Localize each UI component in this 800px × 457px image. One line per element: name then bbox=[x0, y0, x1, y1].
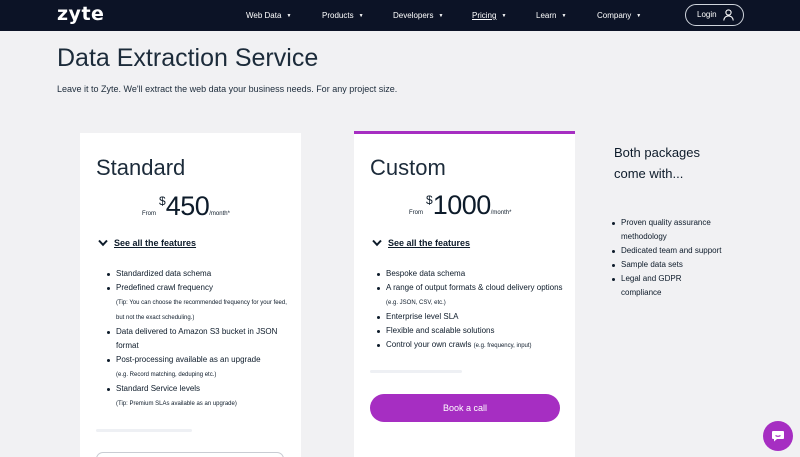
book-a-call-button[interactable]: Book a call bbox=[370, 394, 560, 422]
login-label: Login bbox=[697, 10, 717, 19]
caret-down-icon: ▼ bbox=[636, 13, 642, 19]
plan-price: From$1000/month* bbox=[409, 190, 511, 221]
price-amount: 450 bbox=[165, 191, 210, 221]
chevron-down-icon bbox=[372, 239, 382, 247]
nav-item-label: Pricing bbox=[472, 11, 497, 20]
feature-item: Data delivered to Amazon S3 bucket in JS… bbox=[107, 325, 287, 353]
nav-item-products[interactable]: Products ▼ bbox=[322, 11, 364, 20]
feature-item: Predefined crawl frequency (Tip: You can … bbox=[107, 281, 287, 325]
plan-title: Standard bbox=[96, 155, 186, 180]
price-amount: 1000 bbox=[432, 190, 492, 220]
feature-item: Post-processing available as an upgrade(… bbox=[107, 353, 287, 382]
feature-item: Control your own crawls (e.g. frequency,… bbox=[377, 338, 567, 353]
nav-item-label: Learn bbox=[536, 11, 557, 20]
feature-item: Flexible and scalable solutions bbox=[377, 324, 567, 338]
nav-item-company[interactable]: Company ▼ bbox=[597, 11, 641, 20]
nav-item-pricing[interactable]: Pricing ▼ bbox=[472, 11, 506, 20]
benefit-item: Legal and GDPR compliance bbox=[612, 272, 722, 300]
chevron-down-icon bbox=[98, 239, 108, 247]
feature-item: A range of output formats & cloud delive… bbox=[377, 281, 567, 310]
custom-plan-card: Custom From$1000/month* See all the feat… bbox=[354, 131, 575, 457]
price-currency: $ bbox=[426, 193, 433, 207]
chat-icon bbox=[772, 431, 784, 442]
feature-item: Standardized data schema bbox=[107, 267, 287, 281]
nav-item-label: Developers bbox=[393, 11, 434, 20]
page-subtitle: Leave it to Zyte. We'll extract the web … bbox=[57, 84, 398, 94]
feature-tip: (Tip: Premium SLAs available as an upgra… bbox=[116, 401, 237, 407]
fade-divider bbox=[370, 370, 462, 373]
feature-list: Bespoke data schema A range of output fo… bbox=[377, 267, 567, 353]
feature-list: Standardized data schema Predefined craw… bbox=[107, 267, 287, 411]
nav-item-web-data[interactable]: Web Data ▼ bbox=[246, 11, 291, 20]
caret-down-icon: ▼ bbox=[286, 13, 292, 19]
feature-tip: (e.g. frequency, input) bbox=[473, 343, 532, 349]
caret-down-icon: ▼ bbox=[358, 13, 364, 19]
chat-button[interactable] bbox=[763, 421, 793, 451]
price-currency: $ bbox=[159, 194, 166, 208]
standard-cta-button[interactable] bbox=[96, 452, 284, 457]
nav-item-label: Products bbox=[322, 11, 354, 20]
feature-tip: (e.g. Record matching, deduping etc.) bbox=[116, 372, 217, 378]
page-title: Data Extraction Service bbox=[57, 44, 319, 72]
see-all-label: See all the features bbox=[114, 238, 197, 248]
feature-tip: (Tip: You can choose the recommended fre… bbox=[116, 300, 287, 321]
see-all-label: See all the features bbox=[388, 238, 471, 248]
standard-plan-card: Standard From$450/month* See all the fea… bbox=[80, 133, 301, 457]
zyte-logo[interactable]: zyte bbox=[57, 3, 104, 25]
price-period: /month* bbox=[490, 210, 512, 216]
nav-item-learn[interactable]: Learn ▼ bbox=[536, 11, 566, 20]
price-from: From bbox=[142, 211, 156, 217]
price-from: From bbox=[409, 210, 423, 216]
top-nav: zyte Web Data ▼ Products ▼ Developers ▼ Pri… bbox=[0, 0, 800, 31]
benefit-item: Proven quality assurance methodology bbox=[612, 216, 722, 244]
nav-item-developers[interactable]: Developers ▼ bbox=[393, 11, 443, 20]
caret-down-icon: ▼ bbox=[561, 13, 567, 19]
feature-item: Enterprise level SLA bbox=[377, 310, 567, 324]
user-icon bbox=[723, 9, 734, 21]
nav-item-label: Web Data bbox=[246, 11, 282, 20]
benefit-item: Sample data sets bbox=[612, 258, 722, 272]
feature-item: Standard Service levels (Tip: Premium SLA… bbox=[107, 382, 287, 411]
login-button[interactable]: Login bbox=[685, 4, 744, 26]
feature-tip: (e.g. JSON, CSV, etc.) bbox=[386, 300, 446, 306]
see-all-features-link[interactable]: See all the features bbox=[98, 238, 197, 248]
side-title: Both packages come with... bbox=[614, 145, 701, 181]
benefit-item: Dedicated team and support bbox=[612, 244, 722, 258]
fade-divider bbox=[96, 429, 192, 432]
feature-item: Bespoke data schema bbox=[377, 267, 567, 281]
price-period: /month* bbox=[209, 211, 230, 217]
side-benefit-list: Proven quality assurance methodology Ded… bbox=[612, 216, 722, 300]
plan-price: From$450/month* bbox=[142, 191, 230, 222]
nav-item-label: Company bbox=[597, 11, 632, 20]
caret-down-icon: ▼ bbox=[501, 13, 507, 19]
caret-down-icon: ▼ bbox=[438, 13, 444, 19]
plan-title: Custom bbox=[370, 155, 446, 180]
see-all-features-link[interactable]: See all the features bbox=[372, 238, 471, 248]
